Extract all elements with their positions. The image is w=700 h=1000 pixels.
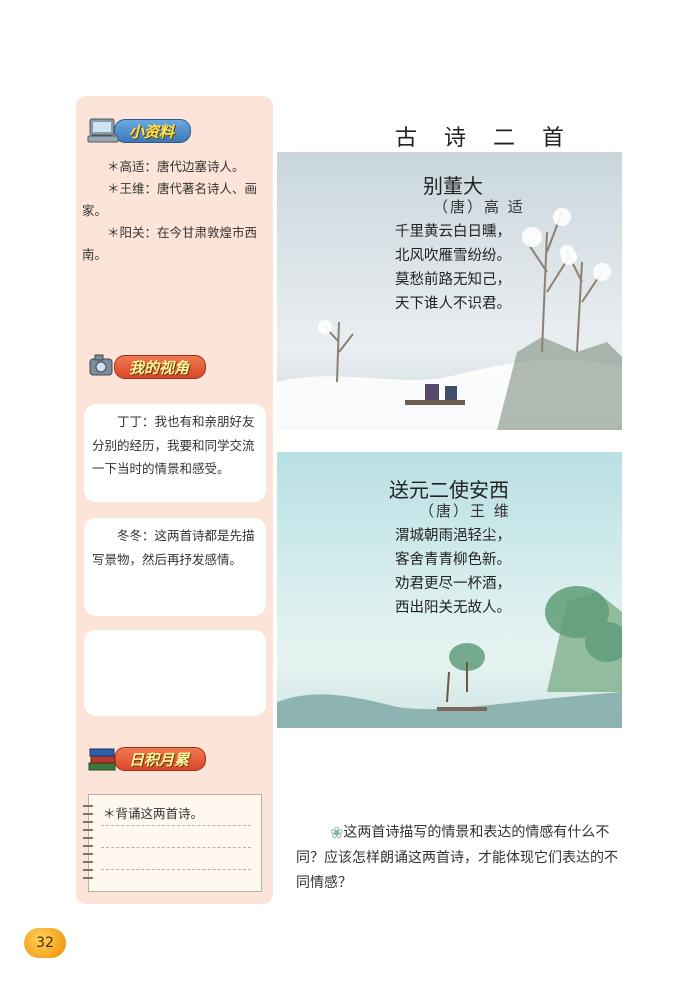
computer-icon [86,117,120,145]
speech-bubble: 冬冬：这两首诗都是先描写景物，然后再抒发感情。 [84,518,266,616]
spiral-binding [83,801,93,885]
question-text: 这两首诗描写的情景和表达的情感有什么不同？应该怎样朗诵这两首诗，才能体现它们表达… [296,824,618,891]
notebook-line [101,825,251,826]
my-view-title: 我的视角 [114,355,207,379]
page-title: 古 诗 二 首 [395,126,574,151]
discussion-question: ❀这两首诗描写的情景和表达的情感有什么不同？应该怎样朗诵这两首诗，才能体现它们表… [296,820,626,896]
poem-line: 北风吹雁雪纷纷。 [395,248,511,264]
reference-title: 小资料 [114,119,192,143]
camera-icon [86,353,120,381]
poem-title: 别董大 [423,174,483,198]
notebook-line [101,847,251,848]
bubble-text: 冬冬：这两首诗都是先描写景物，然后再抒发感情。 [92,528,255,567]
books-icon [86,745,120,773]
poem-panel-winter: 别董大 （唐）高 适 千里黄云白日曛， 北风吹雁雪纷纷。 莫愁前路无知己， 天下… [277,152,622,430]
my-view-header: 我的视角 [86,352,207,382]
poem-line: 天下谁人不识君。 [395,296,511,312]
poem-title: 送元二使安西 [389,478,509,502]
reference-item: ＊王维：唐代著名诗人、画家。 [82,181,258,218]
poem-line: 劝君更尽一杯酒， [395,576,511,592]
reference-header: 小资料 [86,116,192,146]
poem-line: 客舍青青柳色新。 [395,552,511,568]
bubble-text: 丁丁：我也有和亲朋好友分别的经历，我要和同学交流一下当时的情景和感受。 [92,414,255,476]
notebook-line [101,869,251,870]
accumulate-header: 日积月累 [86,744,207,774]
page-number: 32 [24,928,66,958]
reference-item: ＊高适：唐代边塞诗人。 [107,159,245,174]
reference-item: ＊阳关：在今甘肃敦煌市西南。 [82,225,258,262]
notebook: ＊背诵这两首诗。 [83,794,262,892]
reference-list: ＊高适：唐代边塞诗人。 ＊王维：唐代著名诗人、画家。 ＊阳关：在今甘肃敦煌市西南… [82,156,268,266]
flower-icon: ❀ [330,823,344,842]
sidebar: 小资料 ＊高适：唐代边塞诗人。 ＊王维：唐代著名诗人、画家。 ＊阳关：在今甘肃敦… [76,96,273,904]
poem-line: 莫愁前路无知己， [395,272,511,288]
speech-bubble: 丁丁：我也有和亲朋好友分别的经历，我要和同学交流一下当时的情景和感受。 [84,404,266,502]
poem-line: 渭城朝雨浥轻尘， [395,528,511,544]
poem-line: 千里黄云白日曛， [395,224,511,240]
poem-author: （唐）高 适 [433,198,525,216]
notebook-note: ＊背诵这两首诗。 [103,806,204,821]
empty-speech-bubble [84,630,266,716]
poem-author: （唐）王 维 [419,502,511,520]
poem-panel-spring: 送元二使安西 （唐）王 维 渭城朝雨浥轻尘， 客舍青青柳色新。 劝君更尽一杯酒，… [277,452,622,728]
poem-line: 西出阳关无故人。 [395,600,511,616]
accumulate-title: 日积月累 [114,747,207,771]
